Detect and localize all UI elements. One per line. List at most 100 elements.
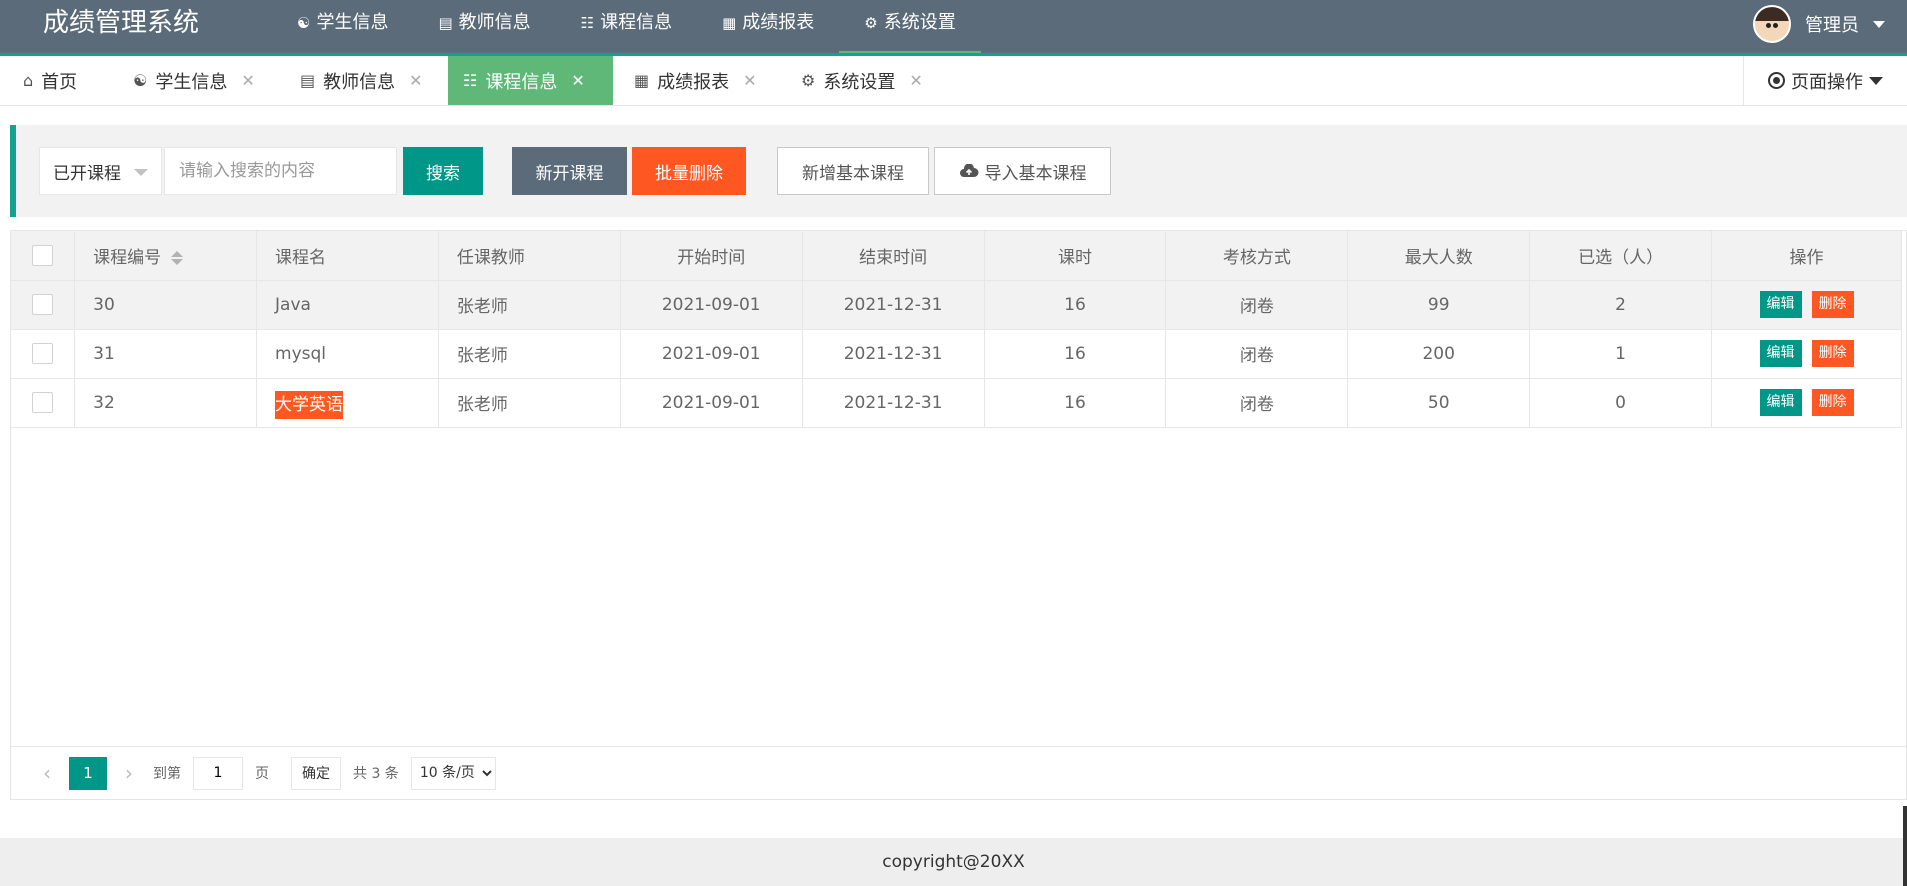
nav-label: 成绩报表 xyxy=(742,12,815,33)
prev-page-icon[interactable]: ‹ xyxy=(31,761,63,785)
tab-students[interactable]: ☯ 学生信息 ✕ xyxy=(118,56,270,105)
cell-max: 50 xyxy=(1347,378,1531,428)
col-header-id[interactable]: 课程编号 xyxy=(74,231,258,281)
highlighted-course-name: 大学英语 xyxy=(275,391,344,419)
cell-start: 2021-09-01 xyxy=(620,378,803,428)
col-header-exam: 考核方式 xyxy=(1165,231,1349,281)
cloud-upload-icon xyxy=(959,164,978,177)
edit-button[interactable]: 编辑 xyxy=(1759,340,1802,367)
tab-label: 课程信息 xyxy=(485,71,558,93)
search-input[interactable] xyxy=(164,147,397,195)
tab-bar: ⌂ 首页 ☯ 学生信息 ✕ ▤ 教师信息 ✕ ☷ 课程信息 ✕ ▦ 成绩报表 ✕… xyxy=(0,56,1907,106)
user-name[interactable]: 管理员 xyxy=(1805,11,1859,37)
users-icon: ☯ xyxy=(133,71,148,90)
import-base-course-button[interactable]: 导入基本课程 xyxy=(934,147,1111,195)
close-icon[interactable]: ✕ xyxy=(241,71,254,90)
cell-end: 2021-12-31 xyxy=(802,329,985,379)
col-header-teacher: 任课教师 xyxy=(438,231,621,281)
close-icon[interactable]: ✕ xyxy=(909,71,922,90)
user-menu[interactable]: 管理员 xyxy=(1753,0,1885,48)
nav-item-courses[interactable]: ☷ 课程信息 xyxy=(556,0,697,56)
app-title: 成绩管理系统 xyxy=(43,8,200,38)
col-header-hours: 课时 xyxy=(984,231,1167,281)
select-value: 已开课程 xyxy=(53,163,121,184)
cell-name: 大学英语 xyxy=(256,378,439,428)
col-header-end: 结束时间 xyxy=(802,231,985,281)
nav-label: 学生信息 xyxy=(316,12,389,33)
tab-teachers[interactable]: ▤ 教师信息 ✕ xyxy=(285,56,438,105)
edit-button[interactable]: 编辑 xyxy=(1759,291,1802,318)
close-icon[interactable]: ✕ xyxy=(743,71,756,90)
table-icon: ▦ xyxy=(634,71,650,90)
batch-delete-button[interactable]: 批量删除 xyxy=(632,147,746,195)
cell-actions: 编辑 删除 xyxy=(1711,378,1902,428)
page-ops-label: 页面操作 xyxy=(1791,71,1863,93)
cell-hours: 16 xyxy=(984,329,1167,379)
tab-label: 系统设置 xyxy=(823,71,896,93)
page-label: 页 xyxy=(255,766,269,782)
nav-item-settings[interactable]: ⚙ 系统设置 xyxy=(839,0,982,56)
tab-label: 首页 xyxy=(41,71,78,93)
page-ops-dropdown[interactable]: 页面操作 xyxy=(1743,56,1907,105)
nav-item-reports[interactable]: ▦ 成绩报表 xyxy=(697,0,839,56)
cell-end: 2021-12-31 xyxy=(802,378,985,428)
scrollbar[interactable] xyxy=(1903,806,1907,886)
tab-reports[interactable]: ▦ 成绩报表 ✕ xyxy=(619,56,772,105)
col-header-start: 开始时间 xyxy=(620,231,803,281)
delete-button[interactable]: 删除 xyxy=(1811,340,1854,367)
course-status-select[interactable]: 已开课程 xyxy=(39,147,162,195)
tab-label: 成绩报表 xyxy=(657,71,730,93)
tab-home[interactable]: ⌂ 首页 xyxy=(8,56,92,105)
edit-button[interactable]: 编辑 xyxy=(1759,389,1802,416)
select-all-cell xyxy=(11,231,76,281)
course-table: 课程编号 课程名 任课教师 开始时间 结束时间 课时 考核方式 最大人数 已选（… xyxy=(10,230,1907,800)
nav-item-students[interactable]: ☯ 学生信息 xyxy=(272,0,413,56)
table-row[interactable]: 31 mysql 张老师 2021-09-01 2021-12-31 16 闭卷… xyxy=(11,329,1902,379)
chevron-down-icon xyxy=(1869,76,1883,85)
select-all-checkbox[interactable] xyxy=(32,244,54,266)
row-checkbox[interactable] xyxy=(32,343,54,364)
tab-courses[interactable]: ☷ 课程信息 ✕ xyxy=(448,56,613,105)
nav-label: 系统设置 xyxy=(883,12,956,33)
table-row[interactable]: 30 Java 张老师 2021-09-01 2021-12-31 16 闭卷 … xyxy=(11,280,1902,330)
import-label: 导入基本课程 xyxy=(984,163,1087,184)
avatar[interactable] xyxy=(1753,5,1791,43)
cell-max: 99 xyxy=(1347,280,1531,330)
table-row[interactable]: 32 大学英语 张老师 2021-09-01 2021-12-31 16 闭卷 … xyxy=(11,378,1902,428)
row-checkbox[interactable] xyxy=(32,294,54,315)
cell-selected: 2 xyxy=(1529,280,1713,330)
confirm-button[interactable]: 确定 xyxy=(291,756,341,790)
cell-id: 30 xyxy=(74,280,258,330)
delete-button[interactable]: 删除 xyxy=(1811,291,1854,318)
row-checkbox[interactable] xyxy=(32,392,54,413)
top-header: 成绩管理系统 ☯ 学生信息 ▤ 教师信息 ☷ 课程信息 ▦ 成绩报表 ⚙ 系统设… xyxy=(0,0,1907,56)
search-button[interactable]: 搜索 xyxy=(403,147,483,195)
goto-page-input[interactable] xyxy=(193,756,243,790)
gear-icon: ⚙ xyxy=(864,14,878,32)
sort-icon[interactable] xyxy=(171,250,184,265)
clipboard-icon: ▤ xyxy=(300,71,316,90)
cell-hours: 16 xyxy=(984,378,1167,428)
next-page-icon[interactable]: › xyxy=(113,761,145,785)
chevron-down-icon[interactable] xyxy=(1873,20,1885,28)
cell-end: 2021-12-31 xyxy=(802,280,985,330)
top-nav: ☯ 学生信息 ▤ 教师信息 ☷ 课程信息 ▦ 成绩报表 ⚙ 系统设置 xyxy=(272,0,982,56)
delete-button[interactable]: 删除 xyxy=(1811,389,1854,416)
col-header-actions: 操作 xyxy=(1711,231,1902,281)
tab-settings[interactable]: ⚙ 系统设置 ✕ xyxy=(786,56,938,105)
cell-selected: 0 xyxy=(1529,378,1713,428)
new-course-button[interactable]: 新开课程 xyxy=(512,147,627,195)
page-size-select[interactable]: 10 条/页 xyxy=(410,756,496,790)
page-1-button[interactable]: 1 xyxy=(69,756,107,790)
col-header-name: 课程名 xyxy=(256,231,439,281)
book-icon: ☷ xyxy=(463,71,478,90)
close-icon[interactable]: ✕ xyxy=(409,71,422,90)
add-base-course-button[interactable]: 新增基本课程 xyxy=(777,147,929,195)
nav-item-teachers[interactable]: ▤ 教师信息 xyxy=(413,0,555,56)
close-icon[interactable]: ✕ xyxy=(571,71,584,90)
home-icon: ⌂ xyxy=(23,71,34,90)
total-count: 共 3 条 xyxy=(353,766,399,782)
table-header-row: 课程编号 课程名 任课教师 开始时间 结束时间 课时 考核方式 最大人数 已选（… xyxy=(11,231,1902,281)
tab-label: 学生信息 xyxy=(155,71,228,93)
users-icon: ☯ xyxy=(297,14,311,32)
